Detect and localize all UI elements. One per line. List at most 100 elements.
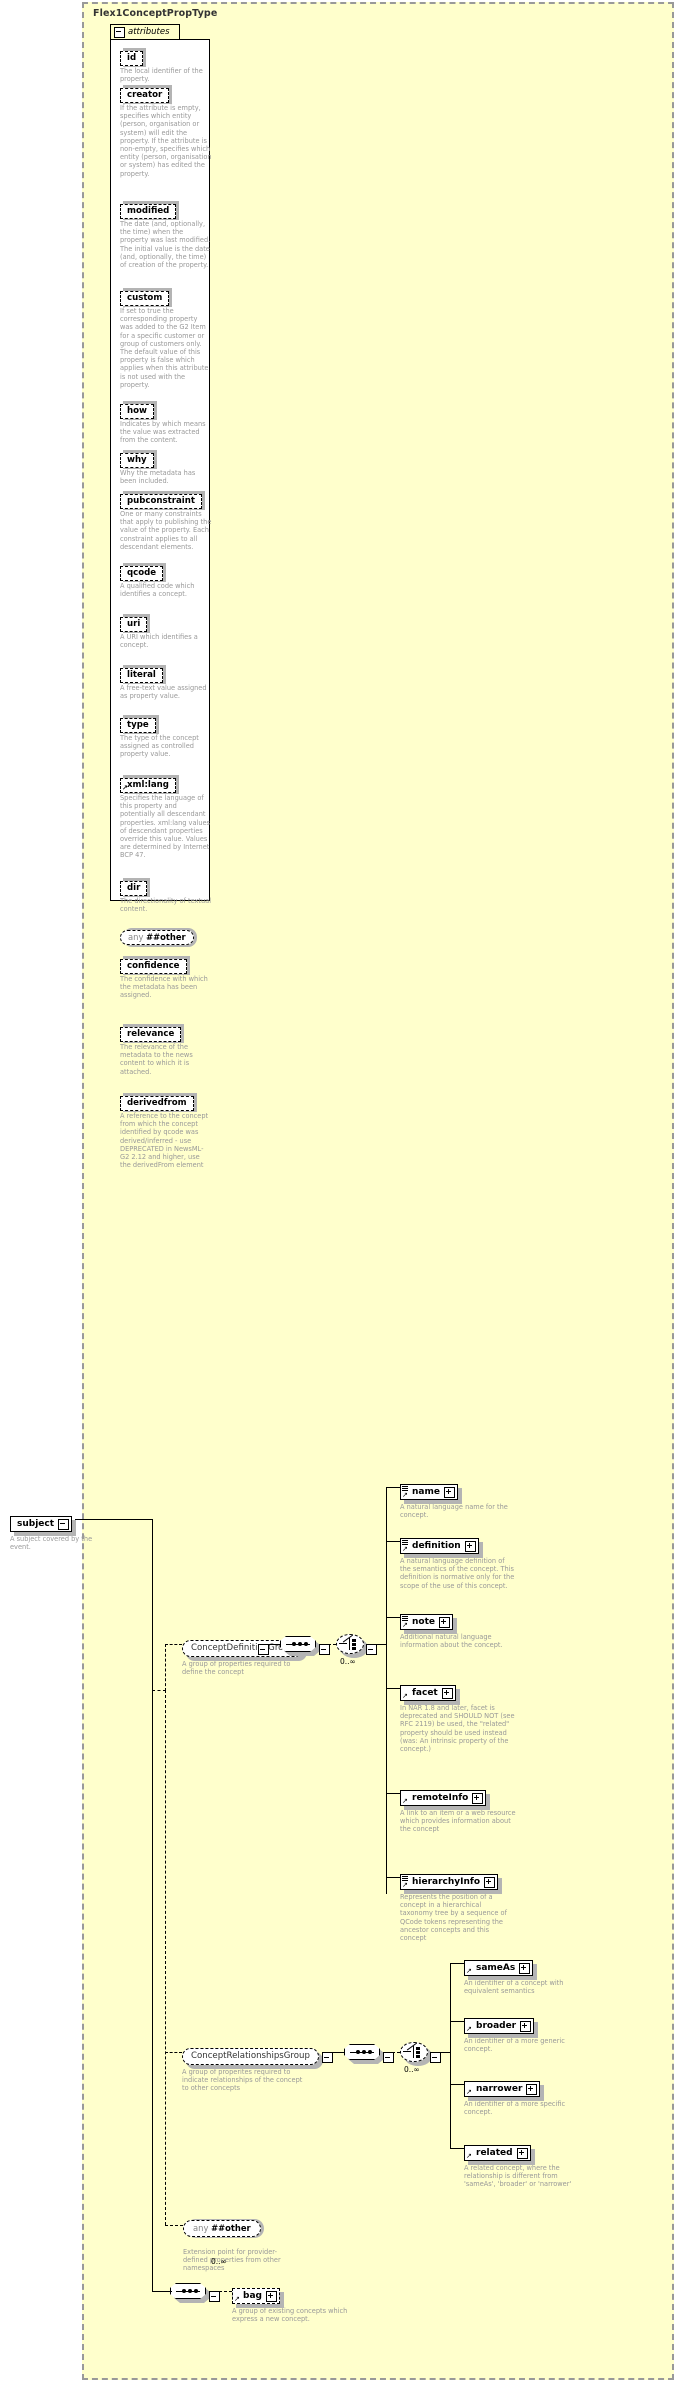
connector-line bbox=[152, 2219, 154, 2292]
attribute-any-other[interactable]: any ##other bbox=[120, 925, 197, 947]
element-broader[interactable]: ↗ broader An identifier of a more generi… bbox=[464, 2013, 576, 2053]
bag-expand-icon[interactable] bbox=[265, 2290, 277, 2302]
attribute-description: Indicates by which means the value was e… bbox=[120, 420, 206, 445]
attribute-why[interactable]: why Why the metadata has been included. bbox=[120, 447, 212, 485]
element-subject[interactable]: subject A subject covered by the event. bbox=[10, 1511, 110, 1551]
element-remoteinfo[interactable]: ↗ remoteInfo A link to an item or a web … bbox=[400, 1785, 516, 1834]
occurrence-indicator-cdg: 0..∞ bbox=[340, 1657, 356, 1666]
attributes-collapse-icon[interactable] bbox=[114, 26, 125, 38]
expand-icon[interactable] bbox=[464, 1540, 476, 1552]
choice-compositor-cdg[interactable] bbox=[336, 1634, 368, 1658]
reference-arrow-icon: ↗ bbox=[402, 1545, 408, 1553]
element-description: A group of existing concepts which expre… bbox=[232, 2307, 348, 2324]
reference-arrow-icon: ↗ bbox=[466, 2088, 472, 2096]
connector-line-dashed bbox=[165, 1644, 182, 1645]
element-name[interactable]: ↗ name A natural language name for the c… bbox=[400, 1479, 516, 1519]
sequence-compositor-crg[interactable] bbox=[344, 2044, 384, 2064]
expand-icon[interactable] bbox=[484, 1876, 496, 1888]
attribute-qcode[interactable]: qcode A qualified code which identifies … bbox=[120, 560, 212, 598]
attribute-description: A free-text value assigned as property v… bbox=[120, 684, 207, 701]
expand-icon[interactable] bbox=[439, 1616, 450, 1628]
reference-arrow-icon: ↗ bbox=[466, 2152, 472, 2160]
attribute-xml-lang[interactable]: ↗ xml:lang Specifies the language of this… bbox=[120, 772, 212, 860]
element-definition[interactable]: ↗ definition A natural language definiti… bbox=[400, 1533, 516, 1590]
choice-expander-icon-crg[interactable] bbox=[430, 2048, 441, 2067]
element-name-label: sameAs bbox=[476, 1963, 516, 1973]
attribute-description: If the attribute is empty, specifies whi… bbox=[120, 104, 212, 178]
group-collapse-icon-cdg[interactable] bbox=[258, 1640, 269, 1659]
reference-arrow-icon: ↗ bbox=[402, 1491, 408, 1499]
connector-line bbox=[450, 1963, 464, 1965]
reference-arrow-icon: ↗ bbox=[122, 784, 128, 792]
attribute-derivedfrom[interactable]: derivedfrom A reference to the concept f… bbox=[120, 1090, 212, 1169]
sequence-expander-icon-cdg[interactable] bbox=[319, 1640, 330, 1659]
attribute-type[interactable]: type The type of the concept assigned as… bbox=[120, 712, 212, 759]
expand-icon[interactable] bbox=[472, 1792, 484, 1804]
attribute-modified[interactable]: modified The date (and, optionally, the … bbox=[120, 198, 212, 269]
sequence-compositor-cdg[interactable] bbox=[280, 1636, 320, 1656]
subject-collapse-icon[interactable] bbox=[58, 1518, 70, 1530]
element-description: Additional natural language information … bbox=[400, 1633, 503, 1650]
choice-compositor-crg[interactable] bbox=[400, 2042, 432, 2066]
connector-line-dashed bbox=[392, 2052, 400, 2053]
attribute-description: The directionality of textual content. bbox=[120, 897, 212, 914]
attribute-relevance[interactable]: relevance The relevance of the metadata … bbox=[120, 1021, 212, 1076]
expand-icon[interactable] bbox=[443, 1486, 455, 1498]
element-facet[interactable]: ↗ facet In NAR 1.8 and later, facet is d… bbox=[400, 1680, 518, 1753]
occurrence-indicator-crg: 0..∞ bbox=[404, 2065, 420, 2074]
attribute-name: derivedfrom bbox=[120, 1096, 194, 1111]
sequence-expander-icon[interactable] bbox=[209, 2287, 220, 2306]
extension-any-other[interactable]: any ##other 0..∞ Extension point for pro… bbox=[183, 2216, 295, 2273]
element-description: An identifier of a more generic concept. bbox=[464, 2037, 565, 2054]
expand-icon[interactable] bbox=[520, 2020, 532, 2032]
expand-icon[interactable] bbox=[516, 2147, 528, 2159]
attribute-custom[interactable]: custom If set to true the corresponding … bbox=[120, 285, 212, 389]
connector-line-dashed bbox=[328, 1644, 336, 1645]
expand-icon[interactable] bbox=[526, 2083, 538, 2095]
attributes-compartment-header[interactable]: attributes bbox=[110, 24, 180, 40]
element-bag[interactable]: ↗ bag A group of existing concepts which… bbox=[232, 2283, 352, 2323]
reference-arrow-icon: ↗ bbox=[402, 1692, 408, 1700]
attribute-description: One or many constraints that apply to pu… bbox=[120, 510, 212, 551]
attribute-description: The relevance of the metadata to the new… bbox=[120, 1043, 193, 1076]
attribute-how[interactable]: how Indicates by which means the value w… bbox=[120, 398, 212, 445]
attribute-confidence[interactable]: confidence The confidence with which the… bbox=[120, 953, 212, 1000]
attribute-name: pubconstraint bbox=[120, 494, 202, 509]
element-hierarchyinfo[interactable]: ↗ hierarchyInfo Represents the position … bbox=[400, 1869, 516, 1942]
reference-arrow-icon: ↗ bbox=[402, 1621, 408, 1629]
reference-arrow-icon: ↗ bbox=[466, 1967, 472, 1975]
attributes-label: attributes bbox=[128, 27, 170, 37]
element-related[interactable]: ↗ related A related concept, where the r… bbox=[464, 2140, 576, 2189]
occurrence-indicator-any: 0..∞ bbox=[211, 2257, 227, 2266]
element-sameas[interactable]: ↗ sameAs An identifier of a concept with… bbox=[464, 1955, 576, 1995]
choice-expander-icon-cdg[interactable] bbox=[366, 1640, 377, 1659]
group-concept-relationships[interactable]: ConceptRelationshipsGroup A group of pro… bbox=[182, 2043, 323, 2092]
group-collapse-icon-crg[interactable] bbox=[322, 2048, 333, 2067]
attribute-creator[interactable]: creator If the attribute is empty, speci… bbox=[120, 82, 212, 178]
attribute-name: confidence bbox=[120, 959, 187, 974]
connector-line-dashed bbox=[165, 2225, 183, 2226]
attribute-dir[interactable]: dir The directionality of textual conten… bbox=[120, 875, 212, 913]
expand-icon[interactable] bbox=[519, 1962, 531, 1974]
attribute-name: qcode bbox=[120, 566, 164, 581]
attribute-pubconstraint[interactable]: pubconstraint One or many constraints th… bbox=[120, 488, 212, 551]
element-name-label: related bbox=[476, 2148, 513, 2158]
element-description: In NAR 1.8 and later, facet is deprecate… bbox=[400, 1704, 515, 1754]
element-narrower[interactable]: ↗ narrower An identifier of a more speci… bbox=[464, 2076, 576, 2116]
expand-icon[interactable] bbox=[441, 1687, 453, 1699]
attribute-id[interactable]: id The local identifier of the property. bbox=[120, 45, 212, 83]
element-name: subject bbox=[17, 1519, 55, 1529]
attribute-name: ↗ xml:lang bbox=[120, 778, 176, 793]
attribute-uri[interactable]: uri A URI which identifies a concept. bbox=[120, 611, 212, 649]
element-description: A natural language definition of the sem… bbox=[400, 1557, 515, 1590]
element-note[interactable]: ↗ note Additional natural language infor… bbox=[400, 1609, 516, 1649]
element-description: An identifier of a more specific concept… bbox=[464, 2100, 566, 2117]
connector-line bbox=[75, 1519, 153, 1521]
connector-line bbox=[386, 1487, 388, 1894]
sequence-expander-icon-crg[interactable] bbox=[383, 2048, 394, 2067]
attribute-name: id bbox=[120, 51, 144, 66]
sequence-compositor-root[interactable] bbox=[170, 2283, 210, 2303]
connector-line bbox=[386, 1617, 400, 1619]
attribute-literal[interactable]: literal A free-text value assigned as pr… bbox=[120, 662, 212, 700]
connector-line-dashed bbox=[219, 2291, 232, 2292]
